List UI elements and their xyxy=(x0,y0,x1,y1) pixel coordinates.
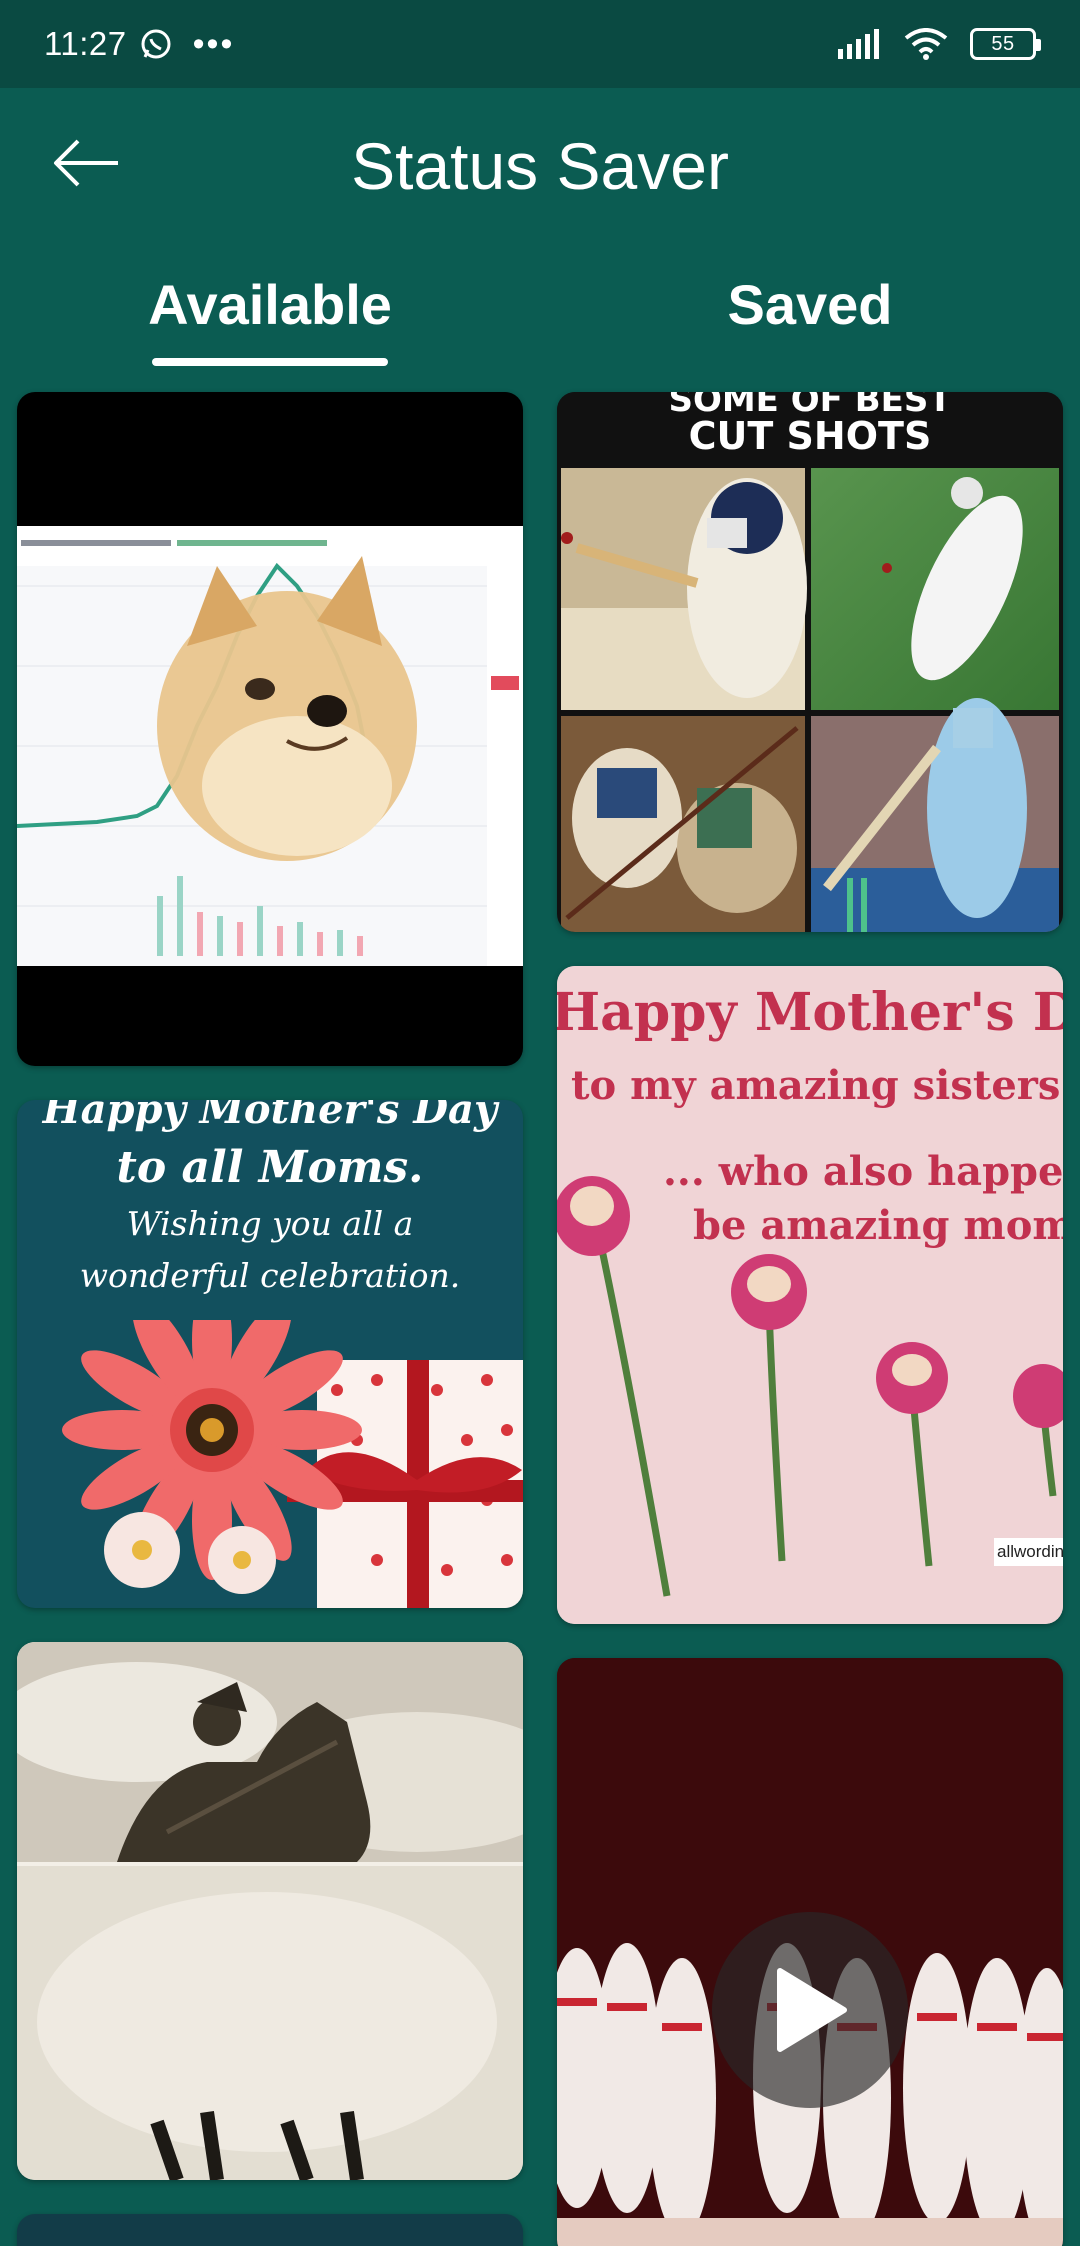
tab-bar: Available Saved xyxy=(0,238,1080,378)
battery-level: 55 xyxy=(991,32,1015,55)
more-notifications-icon: ••• xyxy=(192,24,235,63)
thumbnail-image xyxy=(17,1642,523,2180)
status-thumbnail[interactable]: SOME OF BEST CUT SHOTS xyxy=(557,392,1063,932)
caption-line: ... who also happen xyxy=(663,1148,1063,1195)
tab-available[interactable]: Available xyxy=(60,272,480,337)
signal-icon xyxy=(838,29,879,59)
page-title: Status Saver xyxy=(351,129,729,203)
status-thumbnail[interactable]: Happy Mother's Da to my amazing sisters … xyxy=(557,966,1063,1624)
watermark: allwordin xyxy=(997,1542,1063,1561)
play-icon xyxy=(777,1968,847,2052)
caption-line: CUT SHOTS xyxy=(688,414,932,458)
tab-indicator xyxy=(152,358,388,366)
video-thumbnail[interactable] xyxy=(557,1658,1063,2246)
caption-line: to all Moms. xyxy=(116,1142,424,1193)
thumbnail-caption: SOME OF BEST CUT SHOTS xyxy=(557,392,1063,468)
caption-line: wonderful celebration. xyxy=(79,1256,461,1295)
caption-line: Wishing you all a xyxy=(126,1204,414,1243)
play-button[interactable] xyxy=(712,1912,908,2108)
status-bar: 11:27 ••• 55 xyxy=(0,0,1080,88)
status-thumbnail[interactable] xyxy=(17,2214,523,2246)
status-thumbnail[interactable] xyxy=(17,392,523,1066)
thumbnail-image xyxy=(561,468,1059,932)
battery-icon: 55 xyxy=(970,28,1041,60)
status-thumbnail[interactable] xyxy=(17,1642,523,2180)
app-bar: Status Saver xyxy=(0,88,1080,238)
caption-line: SOME OF BEST xyxy=(668,392,952,420)
status-thumbnail[interactable]: Happy Mother's Day to all Moms. Wishing … xyxy=(17,1100,523,1608)
caption-line: Happy Mother's Da xyxy=(557,982,1063,1043)
thumbnail-image xyxy=(62,1320,523,1608)
caption-line: be amazing moms xyxy=(693,1202,1063,1249)
whatsapp-icon xyxy=(141,29,171,59)
caption-line: to my amazing sisters xyxy=(571,1062,1061,1109)
thumbnail-image xyxy=(17,526,523,966)
clock: 11:27 xyxy=(44,25,127,62)
wifi-icon xyxy=(904,28,948,60)
tab-saved[interactable]: Saved xyxy=(600,272,1020,337)
caption-line: Happy Mother's Day xyxy=(42,1100,498,1133)
